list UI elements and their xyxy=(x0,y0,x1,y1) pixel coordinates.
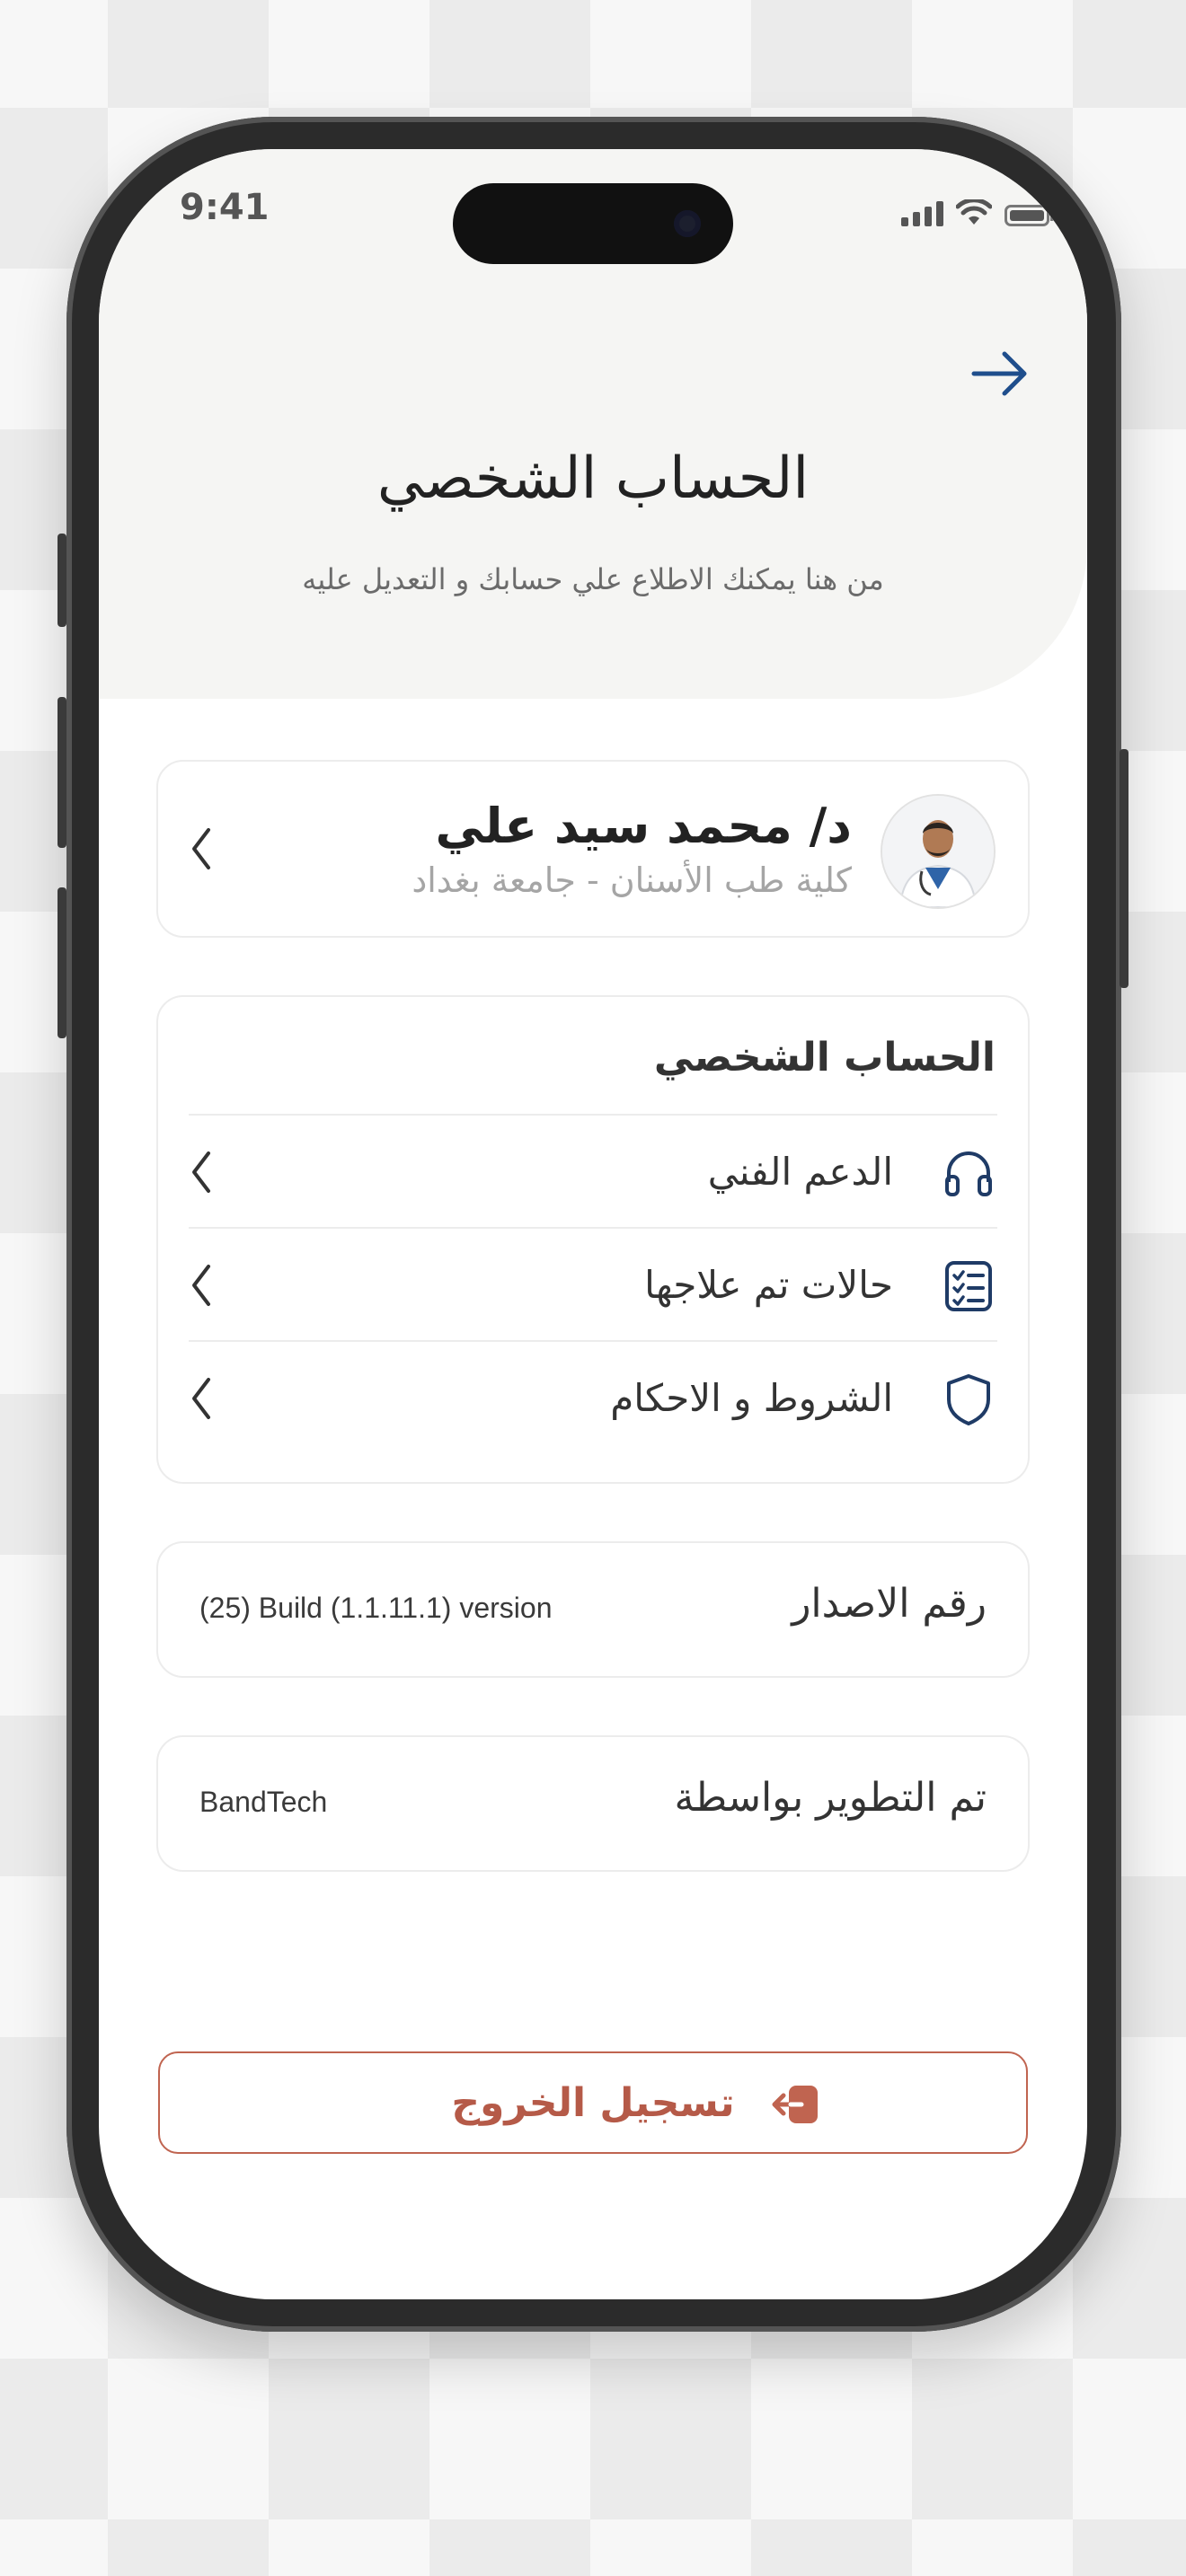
doctor-affiliation: كلية طب الأسنان - جامعة بغداد xyxy=(412,860,852,900)
doctor-name: د/ محمد سيد علي xyxy=(435,798,852,854)
back-arrow-icon[interactable] xyxy=(969,347,1031,401)
wifi-icon xyxy=(956,199,992,225)
chevron-left-icon xyxy=(192,1378,210,1419)
avatar xyxy=(881,794,996,909)
power-button xyxy=(1120,749,1128,988)
page-title: الحساب الشخصي xyxy=(376,446,810,512)
menu-item-label: الدعم الفني xyxy=(707,1150,893,1194)
logout-label: تسجيل الخروج xyxy=(451,2080,735,2126)
action-button xyxy=(58,534,66,627)
developer-card: تم التطوير بواسطة BandTech xyxy=(156,1735,1030,1872)
menu-title: الحساب الشخصي xyxy=(653,1035,996,1081)
menu-item-support[interactable]: الدعم الفني xyxy=(158,1116,1028,1227)
logout-button[interactable]: تسجيل الخروج xyxy=(158,2051,1028,2154)
status-icons xyxy=(901,194,1054,226)
menu-item-label: الشروط و الاحكام xyxy=(610,1376,893,1420)
battery-icon xyxy=(1005,205,1054,226)
version-label: رقم الاصدار xyxy=(792,1581,987,1627)
status-time: 9:41 xyxy=(180,187,270,228)
app-screen: 9:41 الحساب الشخصي من هنا يمكنك الاطلاع … xyxy=(99,149,1087,2299)
chevron-left-icon xyxy=(192,828,210,869)
menu-item-terms[interactable]: الشروط و الاحكام xyxy=(158,1342,1028,1453)
logout-icon xyxy=(772,2086,818,2123)
volume-down-button xyxy=(58,887,66,1038)
profile-card[interactable]: د/ محمد سيد علي كلية طب الأسنان - جامعة … xyxy=(156,760,1030,938)
developer-label: تم التطوير بواسطة xyxy=(674,1775,987,1821)
developer-value: BandTech xyxy=(199,1786,328,1818)
version-value: (25) Build (1.1.11.1) version xyxy=(199,1592,553,1624)
chevron-left-icon xyxy=(192,1151,210,1193)
checklist-icon xyxy=(945,1261,992,1311)
menu-item-label: حالات تم علاجها xyxy=(644,1263,893,1307)
version-card: رقم الاصدار (25) Build (1.1.11.1) versio… xyxy=(156,1541,1030,1678)
shield-icon xyxy=(947,1374,990,1425)
page-subtitle: من هنا يمكنك الاطلاع علي حسابك و التعديل… xyxy=(302,562,884,596)
menu-item-treated-cases[interactable]: حالات تم علاجها xyxy=(158,1229,1028,1340)
dynamic-island xyxy=(453,183,733,264)
headphones-icon xyxy=(945,1151,992,1196)
chevron-left-icon xyxy=(192,1265,210,1306)
signal-icon xyxy=(901,201,943,226)
volume-up-button xyxy=(58,697,66,848)
account-menu-card: الحساب الشخصي الدعم الفني حالات تم علاجه… xyxy=(156,995,1030,1484)
